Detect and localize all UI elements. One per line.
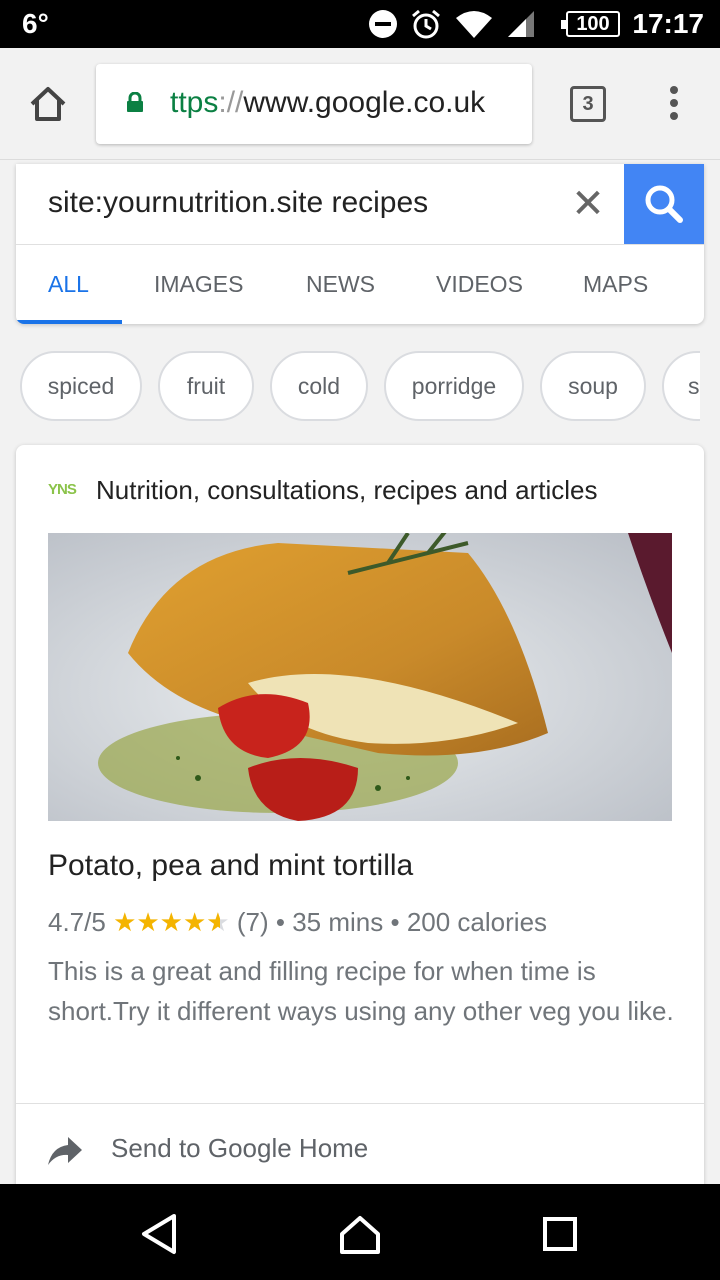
share-arrow-icon[interactable]	[46, 1133, 84, 1167]
recipe-image[interactable]	[48, 533, 672, 821]
tab-switcher-button[interactable]: 3	[570, 86, 606, 122]
tab-images[interactable]: IMAGES	[154, 271, 243, 298]
clear-icon[interactable]: ✕	[568, 184, 608, 224]
lock-icon	[127, 92, 143, 112]
search-input[interactable]: site:yournutrition.site recipes	[48, 186, 428, 220]
active-tab-indicator	[16, 320, 122, 324]
calories: 200 calories	[406, 907, 548, 937]
site-favicon: YNS	[48, 481, 77, 498]
alarm-icon	[412, 9, 440, 39]
chip-cold[interactable]: cold	[270, 351, 368, 421]
home-icon[interactable]	[28, 84, 68, 124]
recipe-meta: 4.7/5 ★★★★★ ★ (7) • 35 mins • 200 calorie…	[48, 907, 548, 937]
recents-icon[interactable]	[538, 1212, 582, 1256]
system-nav-bar	[0, 1184, 720, 1280]
result-title[interactable]: Potato, pea and mint tortilla	[48, 849, 413, 883]
wifi-icon	[456, 11, 492, 38]
back-icon[interactable]	[138, 1212, 182, 1256]
temperature: 6°	[22, 8, 49, 39]
url-text: ttps://www.google.co.uk	[170, 86, 486, 119]
battery-indicator: 100	[561, 11, 620, 37]
tab-maps[interactable]: MAPS	[583, 271, 648, 298]
status-bar: 6° 100 17:17	[0, 0, 720, 48]
search-card: site:yournutrition.site recipes ✕ ALL IM…	[16, 164, 704, 324]
refinement-chips: spiced fruit cold porridge soup s	[20, 351, 700, 421]
tab-news[interactable]: NEWS	[306, 271, 375, 298]
tab-videos[interactable]: VIDEOS	[436, 271, 523, 298]
divider	[16, 1103, 704, 1104]
result-description: This is a great and filling recipe for w…	[48, 956, 674, 1026]
chip-porridge[interactable]: porridge	[384, 351, 524, 421]
result-source[interactable]: Nutrition, consultations, recipes and ar…	[96, 475, 597, 506]
search-tabs: ALL IMAGES NEWS VIDEOS MAPS	[16, 245, 704, 324]
signal-icon	[508, 11, 534, 37]
review-count: (7)	[236, 907, 269, 937]
rating-text: 4.7/5	[48, 907, 106, 937]
overflow-menu-icon[interactable]	[662, 86, 686, 126]
search-button[interactable]	[624, 164, 704, 244]
browser-toolbar: ttps://www.google.co.uk 3	[0, 48, 720, 160]
chip-partial[interactable]: s	[662, 351, 700, 421]
cook-time: 35 mins	[292, 907, 384, 937]
search-icon	[645, 185, 683, 223]
send-to-google-home-button[interactable]: Send to Google Home	[111, 1133, 368, 1164]
rating-stars: ★★★★★ ★	[113, 907, 230, 937]
recipe-result-card[interactable]: YNS Nutrition, consultations, recipes an…	[16, 445, 704, 1205]
home-button-icon[interactable]	[338, 1212, 382, 1256]
chip-spiced[interactable]: spiced	[20, 351, 142, 421]
chip-fruit[interactable]: fruit	[158, 351, 254, 421]
chip-soup[interactable]: soup	[540, 351, 646, 421]
dnd-icon	[369, 10, 397, 38]
address-bar[interactable]: ttps://www.google.co.uk	[96, 64, 532, 144]
tab-all[interactable]: ALL	[48, 271, 89, 298]
clock: 17:17	[632, 8, 704, 39]
